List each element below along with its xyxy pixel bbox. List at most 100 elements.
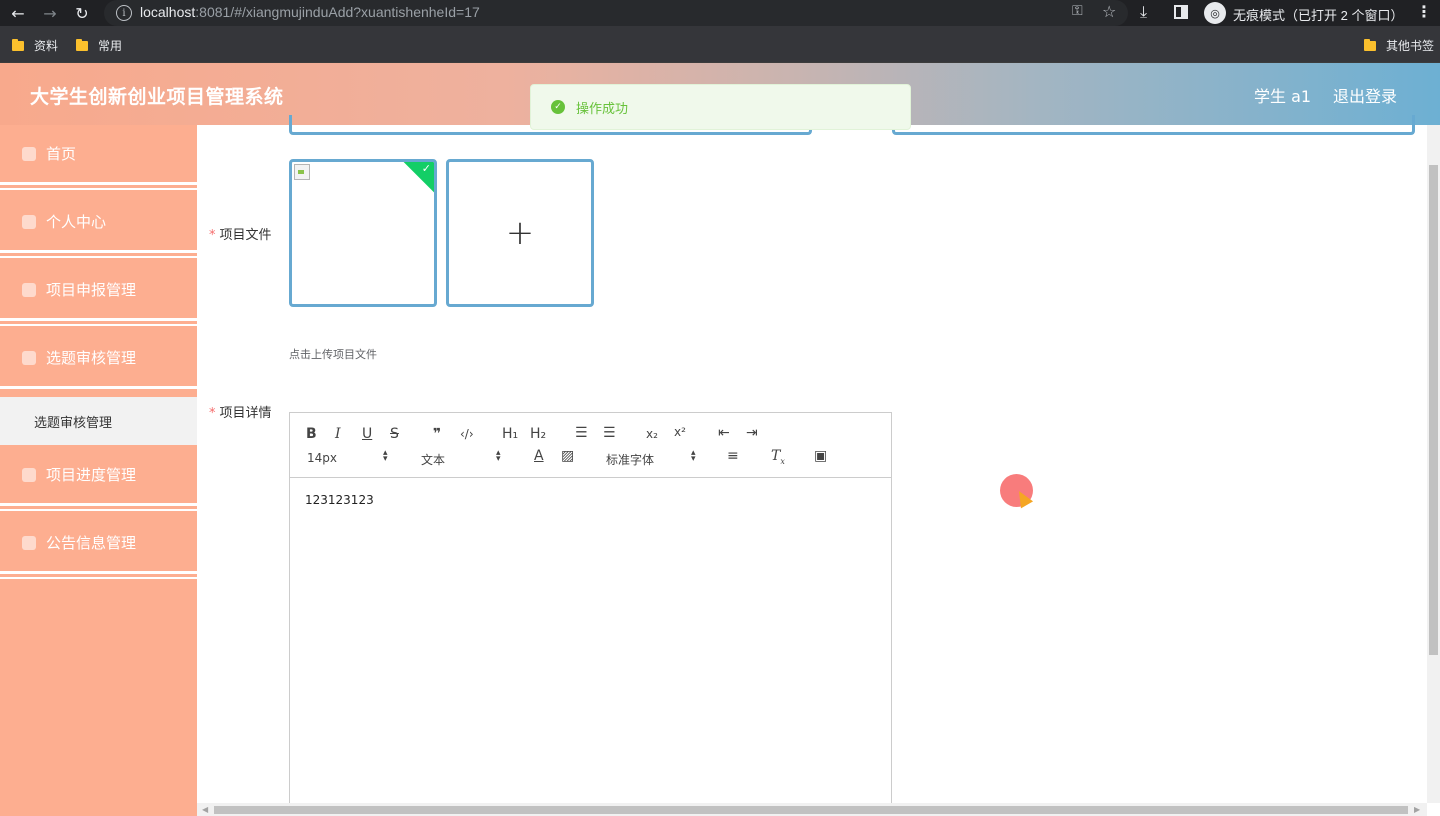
editor-content[interactable]: 123123123: [305, 493, 374, 507]
address-bar[interactable]: i localhost:8081/#/xiangmujinduAdd?xuant…: [104, 0, 1128, 26]
forward-icon[interactable]: →: [40, 3, 60, 23]
bold-button[interactable]: B: [306, 427, 317, 441]
horizontal-scrollbar-thumb[interactable]: [214, 806, 1408, 814]
bookmark-folder-changyong[interactable]: 常用: [76, 37, 122, 54]
bookmark-folder-other[interactable]: 其他书签: [1364, 37, 1434, 54]
clear-format-icon[interactable]: Tx: [771, 449, 785, 466]
sidebar-divider: [0, 256, 197, 258]
align-icon[interactable]: ≡: [727, 449, 739, 463]
ordered-list-icon[interactable]: ☰: [575, 426, 588, 440]
sidebar-divider: [0, 188, 197, 190]
text-color-icon[interactable]: A: [534, 449, 544, 463]
bookmark-label: 其他书签: [1386, 39, 1435, 53]
sidebar-item-topic-review[interactable]: 选题审核管理: [0, 329, 197, 389]
check-icon: ✓: [421, 162, 431, 175]
font-size-picker[interactable]: 14px: [307, 451, 337, 465]
detail-label: * 项目详情: [209, 402, 272, 421]
heading-select-arrows-icon[interactable]: ▴ ▾: [496, 449, 501, 464]
sidebar-item-label: 项目申报管理: [46, 281, 137, 299]
size-select-arrows-icon[interactable]: ▴ ▾: [383, 449, 388, 464]
scroll-left-icon[interactable]: ◀: [202, 805, 208, 814]
vertical-scrollbar-thumb[interactable]: [1429, 165, 1438, 655]
sidebar-item-progress[interactable]: 项目进度管理: [0, 446, 197, 506]
superscript-button[interactable]: x²: [674, 426, 686, 438]
sidebar-item-label: 项目进度管理: [46, 466, 137, 484]
underline-button[interactable]: U: [362, 427, 372, 441]
sidebar-item-project-application[interactable]: 项目申报管理: [0, 261, 197, 321]
grid-icon: [22, 535, 36, 550]
required-asterisk: *: [209, 228, 216, 243]
sidebar-item-label: 首页: [46, 145, 77, 163]
bookmark-folder-ziliao[interactable]: 资料: [12, 37, 58, 54]
outdent-icon[interactable]: ⇤: [718, 426, 730, 440]
blockquote-button[interactable]: ❞: [433, 427, 441, 441]
sidebar-divider: [0, 324, 197, 326]
sidebar-item-label: 个人中心: [46, 213, 107, 231]
bullet-list-icon[interactable]: ☰: [603, 426, 616, 440]
uploaded-file-thumbnail[interactable]: ✓: [289, 159, 437, 307]
bookmark-label: 常用: [98, 39, 123, 53]
bookmarks-bar: 资料 常用 其他书签: [0, 26, 1440, 63]
background-color-icon[interactable]: ▨: [561, 449, 574, 463]
url-text[interactable]: localhost:8081/#/xiangmujinduAdd?xuantis…: [140, 4, 480, 20]
editor-toolbar: B I U S ❞ ‹/› H₁ H₂ ☰ ☰ x₂ x² ⇤ ⇥ 14px ▴…: [290, 413, 891, 478]
incognito-icon[interactable]: ◎: [1204, 2, 1226, 24]
heading-picker[interactable]: 文本: [421, 451, 445, 468]
success-toast: ✓ 操作成功: [530, 84, 911, 130]
url-host: localhost: [140, 4, 196, 20]
bookmark-label: 资料: [34, 39, 59, 53]
user-icon: [22, 214, 36, 229]
required-asterisk: *: [209, 406, 216, 421]
detail-label-text: 项目详情: [219, 406, 272, 421]
sidebar-divider: [0, 577, 197, 579]
sidebar-item-home[interactable]: 首页: [0, 125, 197, 185]
font-family-picker[interactable]: 标准字体: [606, 451, 654, 468]
home-icon: [22, 146, 36, 161]
folder-icon: [1364, 38, 1376, 51]
font-select-arrows-icon[interactable]: ▴ ▾: [691, 449, 696, 464]
user-name: 学生 a1: [1254, 87, 1312, 106]
code-block-button[interactable]: ‹/›: [460, 428, 474, 440]
italic-button[interactable]: I: [335, 427, 341, 441]
upload-success-badge: [402, 162, 434, 194]
strike-button[interactable]: S: [390, 427, 399, 441]
file-label: * 项目文件: [209, 224, 272, 243]
sidebar-subitem-topic-review[interactable]: 选题审核管理: [0, 397, 197, 445]
scroll-right-icon[interactable]: ▶: [1414, 805, 1420, 814]
app-title: 大学生创新创业项目管理系统: [30, 86, 284, 108]
upload-add-button[interactable]: +: [446, 159, 594, 307]
sidebar-item-announcements[interactable]: 公告信息管理: [0, 514, 197, 574]
header2-button[interactable]: H₂: [530, 427, 546, 441]
sidebar-divider: [0, 509, 197, 511]
file-label-text: 项目文件: [219, 228, 272, 243]
rich-text-editor[interactable]: B I U S ❞ ‹/› H₁ H₂ ☰ ☰ x₂ x² ⇤ ⇥ 14px ▴…: [289, 412, 892, 812]
toast-message: 操作成功: [576, 101, 629, 117]
info-icon[interactable]: i: [116, 5, 132, 21]
main-content: * 项目文件 ✓ + 点击上传项目文件 * 项目详情 B I U S ❞ ‹/› H…: [197, 115, 1427, 812]
incognito-label[interactable]: 无痕模式（已打开 2 个窗口）: [1233, 5, 1403, 24]
plus-icon: +: [505, 213, 535, 253]
back-icon[interactable]: ←: [8, 3, 28, 23]
indent-icon[interactable]: ⇥: [746, 426, 758, 440]
sidebar: 首页 个人中心 项目申报管理 选题审核管理 选题审核管理 项目进度管理 公告信息…: [0, 125, 197, 816]
image-icon[interactable]: ▣: [814, 449, 827, 463]
sidebar-item-label: 公告信息管理: [46, 534, 137, 552]
url-path: :8081/#/xiangmujinduAdd?xuantishenheId=1…: [195, 4, 480, 20]
list-icon: [22, 350, 36, 365]
reload-icon[interactable]: ↻: [72, 3, 92, 23]
broken-image-icon: [294, 164, 310, 180]
bookmark-star-icon[interactable]: ☆: [1102, 2, 1116, 21]
logout-link[interactable]: 退出登录: [1333, 83, 1397, 107]
sidebar-item-personal-center[interactable]: 个人中心: [0, 193, 197, 253]
key-icon[interactable]: ⚿: [1072, 3, 1083, 19]
previous-input-field[interactable]: [892, 115, 1415, 135]
folder-icon: [12, 38, 24, 51]
grid-icon: [22, 467, 36, 482]
success-check-icon: ✓: [551, 100, 565, 114]
subscript-button[interactable]: x₂: [646, 428, 658, 440]
header1-button[interactable]: H₁: [502, 427, 518, 441]
download-icon[interactable]: ⤓: [1140, 2, 1147, 22]
browser-menu-icon[interactable]: ⋮: [1416, 2, 1432, 21]
folder-icon: [76, 38, 88, 51]
side-panel-icon[interactable]: [1174, 5, 1188, 19]
